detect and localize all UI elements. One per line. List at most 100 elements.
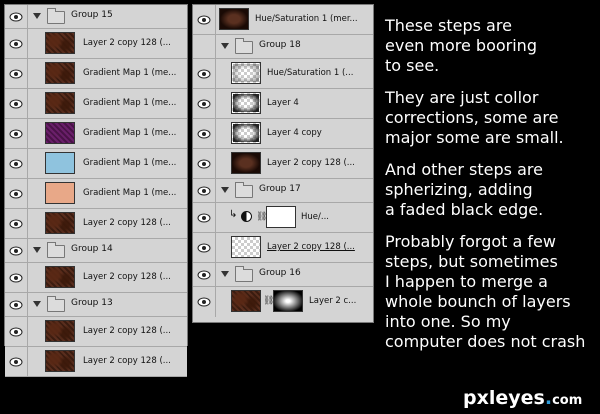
eye-icon[interactable] xyxy=(5,149,28,178)
layer-name: Layer 4 copy xyxy=(267,128,322,138)
group-row[interactable]: Group 13 xyxy=(5,293,187,317)
layer-thumbnail xyxy=(231,92,261,114)
eye-icon[interactable] xyxy=(5,239,28,262)
layer-row[interactable]: Gradient Map 1 (me... xyxy=(5,119,187,149)
adjustment-icon xyxy=(241,211,252,222)
note-paragraph: They are just collor corrections, some a… xyxy=(385,88,564,147)
layer-row[interactable]: Layer 2 copy 128 (... xyxy=(5,347,187,377)
layer-name: Gradient Map 1 (me... xyxy=(83,188,177,198)
triangle-down-icon[interactable] xyxy=(221,271,229,277)
eye-icon[interactable] xyxy=(5,59,28,88)
folder-icon xyxy=(235,182,253,198)
eye-icon[interactable] xyxy=(193,233,216,262)
layer-name: Layer 2 copy 128 (... xyxy=(83,38,171,48)
layer-row[interactable]: ⛓ Layer 2 c... xyxy=(193,287,373,317)
layer-thumbnail xyxy=(45,152,75,174)
eye-icon[interactable] xyxy=(193,59,216,88)
clipping-arrow-icon: ↳ xyxy=(229,209,238,220)
layers-panel-left: Group 15 Layer 2 copy 128 (... Gradient Ma… xyxy=(4,4,188,377)
group-row[interactable]: Group 14 xyxy=(5,239,187,263)
layers-panel-middle: Hue/Saturation 1 (mer... Group 18 Hue/Sa… xyxy=(192,4,374,323)
eye-icon[interactable] xyxy=(193,89,216,118)
layer-thumbnail xyxy=(45,32,75,54)
group-name: Group 18 xyxy=(259,40,301,50)
eye-icon[interactable] xyxy=(193,35,216,58)
eye-icon[interactable] xyxy=(5,179,28,208)
layer-thumbnail xyxy=(231,290,261,312)
group-row[interactable]: Group 15 xyxy=(5,5,187,29)
watermark-dot: . xyxy=(544,387,553,409)
eye-icon[interactable] xyxy=(193,149,216,178)
layer-name: Layer 2 copy 128 (... xyxy=(267,242,355,252)
layer-thumbnail xyxy=(45,92,75,114)
layer-row[interactable]: Layer 2 copy 128 (... xyxy=(5,29,187,59)
mask-thumbnail xyxy=(266,206,296,228)
eye-icon[interactable] xyxy=(5,293,28,316)
layer-name: Gradient Map 1 (me... xyxy=(83,98,177,108)
eye-icon[interactable] xyxy=(193,263,216,286)
group-name: Group 15 xyxy=(71,10,113,20)
group-name: Group 17 xyxy=(259,184,301,194)
layer-row[interactable]: Layer 2 copy 128 (... xyxy=(5,263,187,293)
group-row[interactable]: Group 17 xyxy=(193,179,373,203)
group-name: Group 13 xyxy=(71,298,113,308)
eye-icon[interactable] xyxy=(5,119,28,148)
note-paragraph: And other steps are spherizing, adding a… xyxy=(385,160,544,219)
eye-icon[interactable] xyxy=(5,29,28,58)
adjustment-layer-row[interactable]: ↳ ⛓ Hue/... xyxy=(193,203,373,233)
layer-row[interactable]: Hue/Saturation 1 (mer... xyxy=(193,5,373,35)
folder-icon xyxy=(47,242,65,258)
layer-row[interactable]: Layer 4 copy xyxy=(193,119,373,149)
group-row[interactable]: Group 18 xyxy=(193,35,373,59)
layer-name: Hue/Saturation 1 (... xyxy=(267,68,354,78)
layer-row[interactable]: Gradient Map 1 (me... xyxy=(5,149,187,179)
layer-thumbnail xyxy=(45,122,75,144)
triangle-down-icon[interactable] xyxy=(33,247,41,253)
layer-row[interactable]: Layer 4 xyxy=(193,89,373,119)
layer-name: Gradient Map 1 (me... xyxy=(83,158,177,168)
layer-name: Gradient Map 1 (me... xyxy=(83,68,177,78)
triangle-down-icon[interactable] xyxy=(221,43,229,49)
folder-icon xyxy=(235,38,253,54)
layer-name: Layer 2 copy 128 (... xyxy=(267,158,355,168)
group-row[interactable]: Group 16 xyxy=(193,263,373,287)
eye-icon[interactable] xyxy=(193,203,216,232)
triangle-down-icon[interactable] xyxy=(221,187,229,193)
layer-name: Layer 2 copy 128 (... xyxy=(83,218,171,228)
notes-text: These steps are even more booring to see… xyxy=(385,16,597,364)
layer-row[interactable]: Layer 2 copy 128 (... xyxy=(5,317,187,347)
layer-row[interactable]: Layer 2 copy 128 (... xyxy=(193,149,373,179)
layer-row[interactable]: Hue/Saturation 1 (... xyxy=(193,59,373,89)
layer-row[interactable]: Gradient Map 1 (me... xyxy=(5,179,187,209)
eye-icon[interactable] xyxy=(193,119,216,148)
layer-row[interactable]: Layer 2 copy 128 (... xyxy=(5,209,187,239)
layer-name: Layer 2 c... xyxy=(309,296,357,306)
eye-icon[interactable] xyxy=(193,179,216,202)
triangle-down-icon[interactable] xyxy=(33,301,41,307)
eye-icon[interactable] xyxy=(193,5,216,34)
eye-icon[interactable] xyxy=(5,209,28,238)
layer-thumbnail xyxy=(219,8,249,30)
eye-icon[interactable] xyxy=(5,317,28,346)
eye-icon[interactable] xyxy=(5,89,28,118)
layer-thumbnail xyxy=(231,62,261,84)
layer-row[interactable]: Gradient Map 1 (me... xyxy=(5,89,187,119)
eye-icon[interactable] xyxy=(5,5,28,28)
layer-row[interactable]: Gradient Map 1 (me... xyxy=(5,59,187,89)
mask-thumbnail xyxy=(273,290,303,312)
layer-thumbnail xyxy=(45,62,75,84)
folder-icon xyxy=(47,296,65,312)
layer-thumbnail xyxy=(231,152,261,174)
layer-row[interactable]: Layer 2 copy 128 (... xyxy=(193,233,373,263)
eye-icon[interactable] xyxy=(193,287,216,317)
layer-name: Layer 2 copy 128 (... xyxy=(83,356,171,366)
eye-icon[interactable] xyxy=(5,347,28,376)
layer-name: Gradient Map 1 (me... xyxy=(83,128,177,138)
layer-name: Hue/... xyxy=(301,212,329,222)
layer-thumbnail xyxy=(231,122,261,144)
layer-thumbnail xyxy=(45,320,75,342)
triangle-down-icon[interactable] xyxy=(33,13,41,19)
folder-icon xyxy=(47,8,65,24)
eye-icon[interactable] xyxy=(5,263,28,292)
layer-thumbnail xyxy=(45,266,75,288)
